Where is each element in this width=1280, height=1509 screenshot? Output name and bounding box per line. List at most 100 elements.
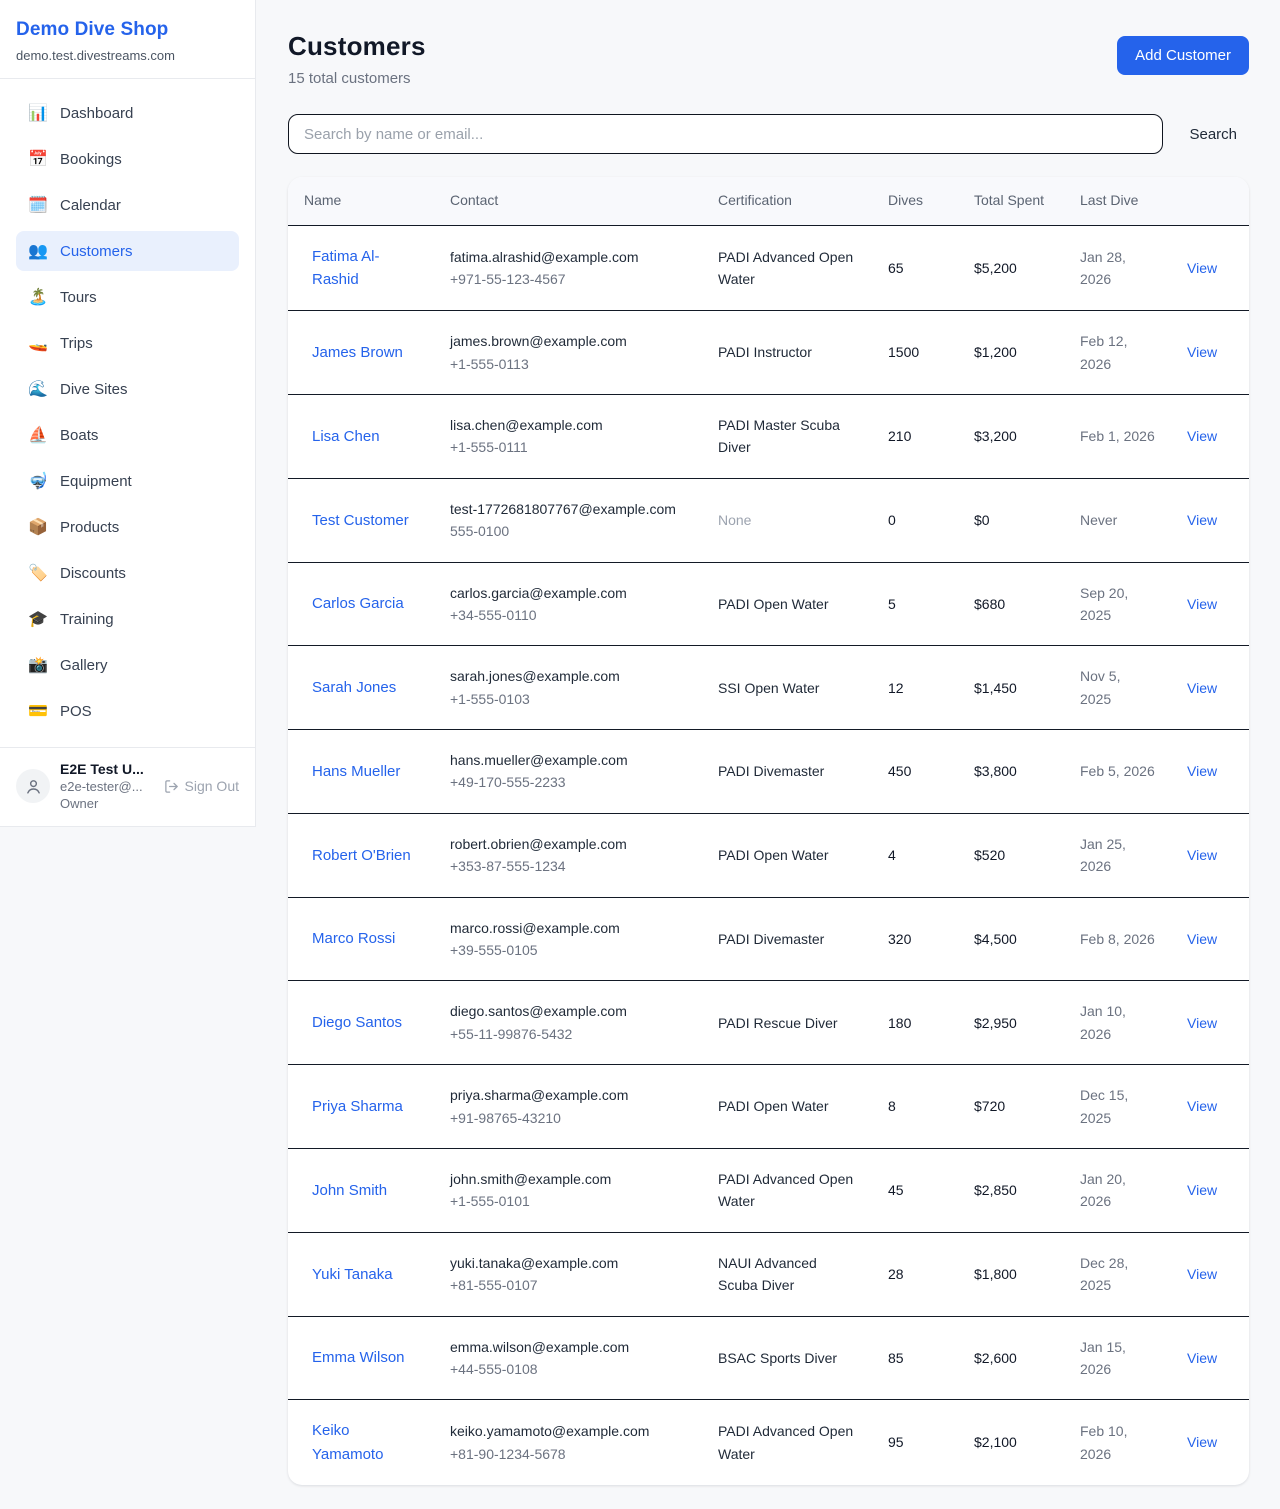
column-header: Contact (434, 177, 702, 225)
customer-phone: +81-90-1234-5678 (450, 1443, 686, 1465)
view-link[interactable]: View (1187, 1015, 1217, 1031)
sidebar-item-label: Boats (60, 427, 98, 444)
customer-certification: None (718, 512, 751, 528)
customer-certification: PADI Divemaster (718, 763, 824, 779)
customer-name-link[interactable]: Hans Mueller (312, 763, 400, 780)
sidebar-item-label: Discounts (60, 565, 126, 582)
sidebar-item-tours[interactable]: 🏝️ Tours (16, 277, 239, 317)
view-link[interactable]: View (1187, 1434, 1217, 1450)
customer-certification: PADI Open Water (718, 1098, 828, 1114)
view-link[interactable]: View (1187, 260, 1217, 276)
customer-name-link[interactable]: James Brown (312, 344, 403, 361)
customer-dives: 12 (872, 646, 958, 730)
customer-last-dive: Nov 5, 2025 (1064, 646, 1171, 730)
customer-last-dive: Dec 15, 2025 (1064, 1065, 1171, 1149)
view-link[interactable]: View (1187, 847, 1217, 863)
search-input[interactable] (288, 114, 1163, 154)
customer-email: john.smith@example.com (450, 1168, 686, 1190)
logout-icon (164, 779, 179, 794)
customer-name-link[interactable]: Keiko Yamamoto (312, 1422, 383, 1462)
customer-last-dive: Never (1064, 478, 1171, 562)
view-link[interactable]: View (1187, 1266, 1217, 1282)
customer-certification: PADI Divemaster (718, 931, 824, 947)
table-header: NameContactCertificationDivesTotal Spent… (288, 177, 1249, 225)
table-row: Carlos Garcia carlos.garcia@example.com … (288, 562, 1249, 646)
customer-name-link[interactable]: Diego Santos (312, 1014, 402, 1031)
sidebar-item-label: Products (60, 519, 119, 536)
sign-out-button[interactable]: Sign Out (164, 778, 239, 794)
customer-email: keiko.yamamoto@example.com (450, 1420, 686, 1442)
view-link[interactable]: View (1187, 512, 1217, 528)
table-row: James Brown james.brown@example.com +1-5… (288, 311, 1249, 395)
customer-email: yuki.tanaka@example.com (450, 1252, 686, 1274)
brand-name[interactable]: Demo Dive Shop (16, 19, 239, 41)
search-button[interactable]: Search (1177, 118, 1249, 151)
sidebar: Demo Dive Shop demo.test.divestreams.com… (0, 0, 256, 827)
bar-chart-icon: 📊 (28, 103, 48, 123)
view-link[interactable]: View (1187, 428, 1217, 444)
column-header (1171, 177, 1249, 225)
person-icon (25, 778, 42, 795)
view-link[interactable]: View (1187, 931, 1217, 947)
view-link[interactable]: View (1187, 1182, 1217, 1198)
customer-name-link[interactable]: Robert O'Brien (312, 847, 411, 864)
customer-name-link[interactable]: Test Customer (312, 512, 409, 529)
sidebar-item-calendar[interactable]: 🗓️ Calendar (16, 185, 239, 225)
customer-certification: PADI Advanced Open Water (718, 1423, 853, 1461)
table-row: John Smith john.smith@example.com +1-555… (288, 1149, 1249, 1233)
view-link[interactable]: View (1187, 680, 1217, 696)
sidebar-item-products[interactable]: 📦 Products (16, 507, 239, 547)
sidebar-item-bookings[interactable]: 📅 Bookings (16, 139, 239, 179)
sign-out-label: Sign Out (185, 778, 239, 794)
sidebar-item-dashboard[interactable]: 📊 Dashboard (16, 93, 239, 133)
table-row: Hans Mueller hans.mueller@example.com +4… (288, 730, 1249, 814)
customers-table: NameContactCertificationDivesTotal Spent… (288, 177, 1249, 1485)
customer-name-link[interactable]: Marco Rossi (312, 930, 395, 947)
label-icon: 🏷️ (28, 563, 48, 583)
customer-total-spent: $1,800 (958, 1232, 1064, 1316)
view-link[interactable]: View (1187, 596, 1217, 612)
customer-name-link[interactable]: Carlos Garcia (312, 595, 404, 612)
customer-last-dive: Jan 20, 2026 (1064, 1149, 1171, 1233)
sidebar-item-training[interactable]: 🎓 Training (16, 599, 239, 639)
view-link[interactable]: View (1187, 1350, 1217, 1366)
sidebar-item-label: Customers (60, 243, 133, 260)
sidebar-item-trips[interactable]: 🚤 Trips (16, 323, 239, 363)
user-role: Owner (60, 796, 154, 811)
customer-dives: 45 (872, 1149, 958, 1233)
sidebar-item-label: Training (60, 611, 114, 628)
sidebar-item-equipment[interactable]: 🤿 Equipment (16, 461, 239, 501)
customer-name-link[interactable]: Sarah Jones (312, 679, 396, 696)
page-title: Customers (288, 31, 426, 62)
customer-total-spent: $3,800 (958, 730, 1064, 814)
view-link[interactable]: View (1187, 763, 1217, 779)
sidebar-item-dive-sites[interactable]: 🌊 Dive Sites (16, 369, 239, 409)
sidebar-user-footer: E2E Test U... e2e-tester@... Owner Sign … (0, 747, 255, 826)
user-info: E2E Test U... e2e-tester@... Owner (60, 761, 154, 811)
add-customer-button[interactable]: Add Customer (1117, 36, 1249, 75)
customer-email: sarah.jones@example.com (450, 665, 686, 687)
column-header: Last Dive (1064, 177, 1171, 225)
customer-certification: PADI Open Water (718, 596, 828, 612)
sidebar-item-pos[interactable]: 💳 POS (16, 691, 239, 731)
customer-total-spent: $1,450 (958, 646, 1064, 730)
sidebar-item-gallery[interactable]: 📸 Gallery (16, 645, 239, 685)
customer-last-dive: Sep 20, 2025 (1064, 562, 1171, 646)
customer-name-link[interactable]: John Smith (312, 1182, 387, 1199)
customer-name-link[interactable]: Yuki Tanaka (312, 1266, 393, 1283)
sidebar-item-customers[interactable]: 👥 Customers (16, 231, 239, 271)
people-icon: 👥 (28, 241, 48, 261)
customer-email: emma.wilson@example.com (450, 1336, 686, 1358)
customer-last-dive: Feb 5, 2026 (1064, 730, 1171, 814)
customer-name-link[interactable]: Priya Sharma (312, 1098, 403, 1115)
sidebar-item-label: Gallery (60, 657, 108, 674)
customer-name-link[interactable]: Lisa Chen (312, 428, 380, 445)
view-link[interactable]: View (1187, 1098, 1217, 1114)
sidebar-item-boats[interactable]: ⛵ Boats (16, 415, 239, 455)
customer-phone: 555-0100 (450, 520, 686, 542)
customer-name-link[interactable]: Fatima Al-Rashid (312, 248, 380, 288)
view-link[interactable]: View (1187, 344, 1217, 360)
customer-email: lisa.chen@example.com (450, 414, 686, 436)
customer-name-link[interactable]: Emma Wilson (312, 1349, 405, 1366)
sidebar-item-discounts[interactable]: 🏷️ Discounts (16, 553, 239, 593)
